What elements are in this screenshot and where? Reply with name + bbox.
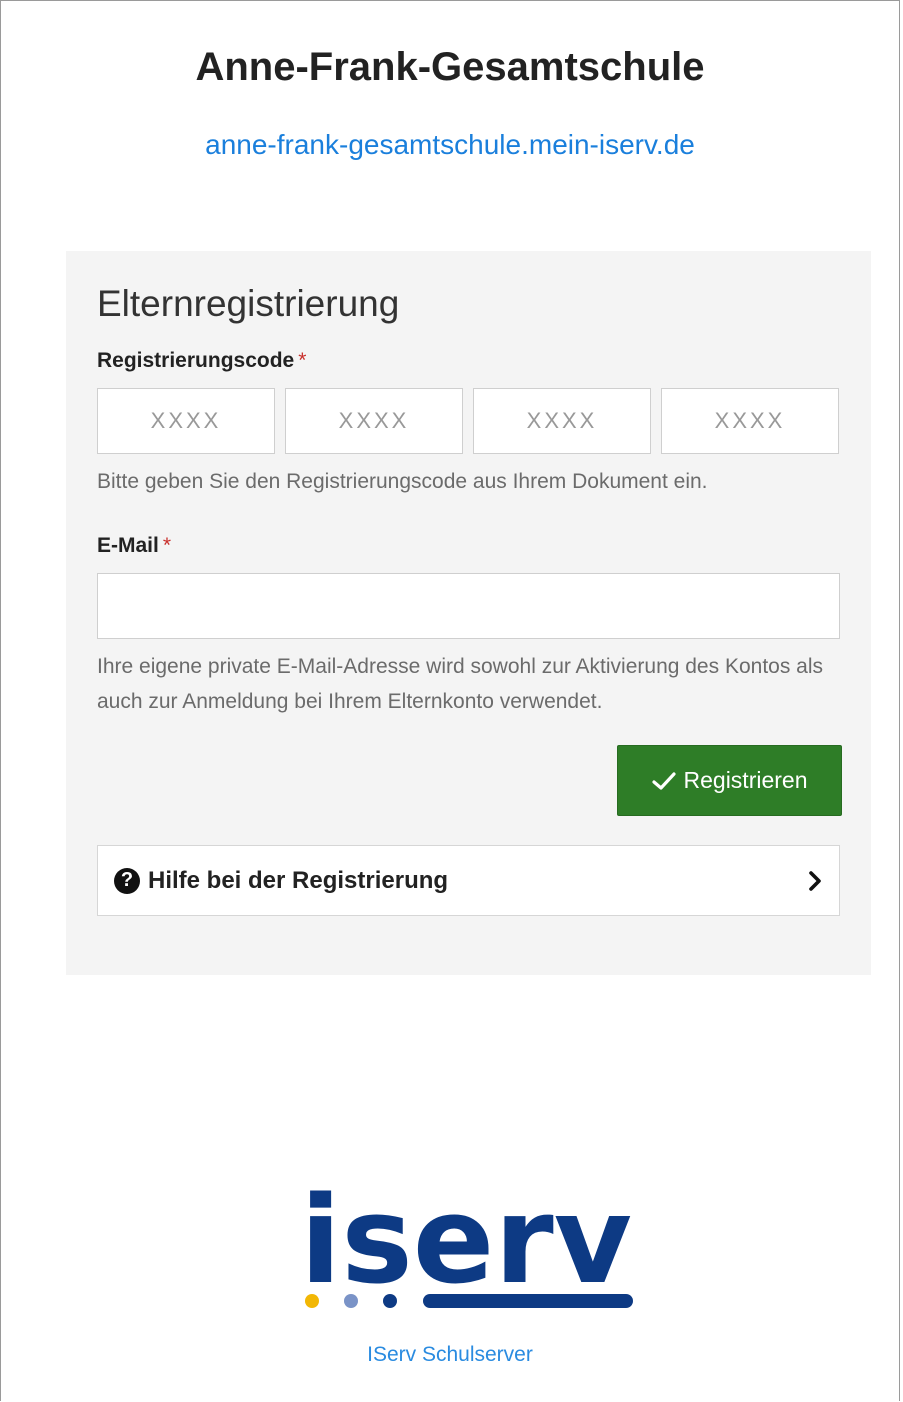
school-url-link[interactable]: anne-frank-gesamtschule.mein-iserv.de	[1, 129, 899, 161]
code-input-4[interactable]	[661, 388, 839, 454]
email-field[interactable]	[97, 573, 840, 639]
registration-help-toggle[interactable]: ? Hilfe bei der Registrierung	[97, 845, 840, 916]
school-name: Anne-Frank-Gesamtschule	[195, 45, 705, 89]
email-help: Ihre eigene private E-Mail-Adresse wird …	[97, 655, 824, 713]
question-circle-icon: ?	[114, 867, 140, 894]
check-icon	[651, 771, 676, 791]
registration-code-help: Bitte geben Sie den Registrierungscode a…	[97, 470, 708, 493]
register-button[interactable]: Registrieren	[617, 745, 842, 816]
iserv-logo: iserv	[300, 1172, 636, 1320]
registration-page: Anne-Frank-Gesamtschule anne-frank-gesam…	[0, 0, 900, 1401]
code-input-3[interactable]	[473, 388, 651, 454]
registration-code-label: Registrierungscode *	[97, 349, 306, 373]
svg-text:iserv: iserv	[300, 1185, 632, 1311]
registration-code-inputs	[97, 388, 840, 454]
registration-help-label: Hilfe bei der Registrierung	[148, 866, 449, 894]
iserv-schulserver-link[interactable]: IServ Schulserver	[1, 1343, 899, 1367]
register-button-label: Registrieren	[683, 767, 808, 793]
code-input-1[interactable]	[97, 388, 275, 454]
chevron-right-icon	[807, 870, 823, 892]
form-title: Elternregistrierung	[97, 283, 400, 324]
email-label: E-Mail *	[97, 534, 171, 558]
required-marker: *	[162, 534, 172, 557]
email-label-text: E-Mail	[97, 534, 159, 557]
code-input-2[interactable]	[285, 388, 463, 454]
registration-panel: Elternregistrierung Registrierungscode * …	[66, 251, 871, 975]
registration-code-label-text: Registrierungscode	[97, 349, 295, 372]
required-marker: *	[298, 349, 307, 372]
